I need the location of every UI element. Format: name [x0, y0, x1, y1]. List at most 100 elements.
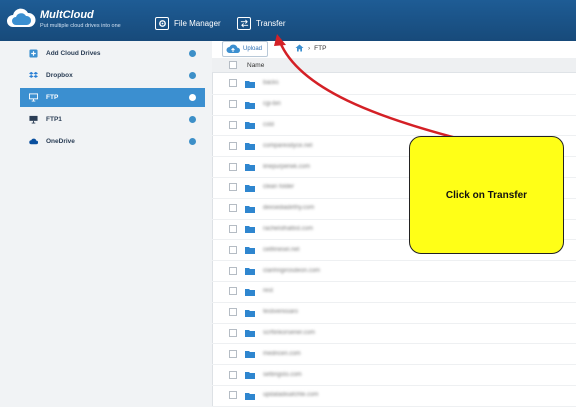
sidebar-item-label: OneDrive [46, 138, 75, 145]
breadcrumb-current[interactable]: FTP [314, 45, 326, 52]
options-dot-icon[interactable] [189, 116, 196, 123]
row-checkbox[interactable] [229, 204, 237, 213]
file-row[interactable]: clanhngirosdeon.com [212, 260, 576, 282]
options-dot-icon[interactable] [189, 50, 196, 57]
sidebar-item-ftp[interactable]: FTP [20, 88, 205, 107]
folder-icon [245, 184, 255, 192]
file-name[interactable]: clean folder [263, 184, 294, 190]
sidebar-item-ftp1[interactable]: FTP1 [20, 110, 205, 129]
folder-icon [245, 329, 255, 338]
file-row[interactable]: settingsto.com [212, 364, 576, 386]
brand-tagline: Put multiple cloud drives into one [40, 23, 121, 29]
sidebar-item-label: Add Cloud Drives [46, 50, 101, 57]
row-checkbox[interactable] [229, 328, 237, 337]
row-checkbox[interactable] [229, 245, 237, 254]
nav-file-manager-label: File Manager [174, 18, 221, 28]
folder-icon [245, 142, 255, 151]
upload-button[interactable]: Upload [222, 41, 268, 57]
upload-label: Upload [243, 46, 263, 52]
breadcrumb: › FTP [295, 44, 326, 52]
gear-icon [155, 16, 169, 30]
row-checkbox[interactable] [229, 370, 237, 379]
file-name[interactable]: cellfinesel.net [263, 247, 299, 253]
row-checkbox[interactable] [229, 224, 237, 233]
select-all-checkbox[interactable] [229, 61, 237, 69]
file-name[interactable]: compareodyce.net [263, 143, 312, 149]
upload-cloud-icon [226, 44, 240, 54]
folder-icon [245, 80, 255, 88]
file-row[interactable]: rest [212, 281, 576, 303]
file-name[interactable]: cgi-bin [263, 101, 281, 107]
home-icon[interactable] [295, 44, 304, 52]
file-name[interactable]: updatadisafchte.com [263, 392, 318, 398]
row-checkbox[interactable] [229, 266, 237, 275]
folder-icon [245, 309, 255, 317]
multcloud-logo-icon[interactable] [6, 7, 36, 31]
file-row[interactable]: medncen.com [212, 343, 576, 366]
file-name[interactable]: backs [263, 80, 279, 86]
row-checkbox[interactable] [229, 162, 237, 171]
file-list-header: Name [212, 58, 576, 73]
options-dot-icon[interactable] [189, 72, 196, 79]
row-checkbox[interactable] [229, 287, 237, 296]
folder-icon [245, 101, 255, 109]
row-checkbox[interactable] [229, 79, 237, 88]
sidebar-item-add-cloud-drives[interactable]: Add Cloud Drives [20, 44, 205, 63]
sidebar-item-label: FTP [46, 94, 59, 101]
top-header: MultCloud Put multiple cloud drives into… [0, 0, 576, 41]
onedrive-icon [29, 137, 38, 146]
row-checkbox[interactable] [229, 100, 237, 109]
nav-transfer[interactable]: Transfer [237, 16, 286, 30]
file-row[interactable]: scrftinkorsener.com [212, 323, 576, 345]
folder-icon [245, 246, 255, 255]
folder-icon [245, 225, 255, 234]
file-name[interactable]: rest [263, 288, 273, 294]
file-name[interactable]: medncen.com [263, 351, 301, 357]
row-checkbox[interactable] [229, 391, 237, 400]
sidebar-item-label: Dropbox [46, 72, 73, 79]
ftp-icon [29, 93, 38, 102]
file-name[interactable]: festivenisiaro [263, 309, 298, 315]
folder-icon [245, 121, 255, 130]
file-row[interactable]: cstd [212, 115, 576, 137]
ftp-icon [29, 115, 38, 124]
instruction-callout: Click on Transfer [409, 136, 564, 254]
folder-icon [245, 392, 255, 400]
callout-text: Click on Transfer [445, 189, 528, 201]
sidebar-item-onedrive[interactable]: OneDrive [20, 132, 205, 151]
folder-icon [245, 288, 255, 296]
file-row[interactable]: backs [212, 73, 576, 95]
row-checkbox[interactable] [229, 308, 237, 317]
file-name[interactable]: linepurperwk.com [263, 164, 310, 170]
folder-icon [245, 371, 255, 380]
file-row[interactable]: festivenisiaro [212, 302, 576, 324]
row-checkbox[interactable] [229, 141, 237, 150]
file-name[interactable]: dexsediadirthy.com [263, 205, 314, 211]
options-dot-icon[interactable] [189, 138, 196, 145]
file-row[interactable]: cgi-bin [212, 94, 576, 116]
file-name[interactable]: scrftinkorsener.com [263, 330, 315, 336]
row-checkbox[interactable] [229, 183, 237, 192]
file-name[interactable]: clanhngirosdeon.com [263, 268, 320, 274]
nav-transfer-label: Transfer [256, 18, 286, 28]
dropbox-icon [29, 71, 38, 80]
file-name[interactable]: settingsto.com [263, 372, 302, 378]
folder-icon [245, 205, 255, 213]
file-name[interactable]: rachelsthattist.com [263, 226, 313, 232]
sidebar-item-dropbox[interactable]: Dropbox [20, 66, 205, 85]
file-row[interactable]: updatadisafchte.com [212, 385, 576, 407]
options-dot-icon[interactable] [189, 94, 196, 101]
folder-icon [245, 163, 255, 172]
row-checkbox[interactable] [229, 349, 237, 358]
brand-name: MultCloud [40, 9, 94, 21]
sidebar-item-label: FTP1 [46, 116, 62, 123]
folder-icon [245, 350, 255, 359]
transfer-icon [237, 16, 251, 30]
chevron-right-icon: › [308, 44, 311, 52]
file-name[interactable]: cstd [263, 122, 274, 128]
nav-file-manager[interactable]: File Manager [155, 16, 221, 30]
add-cloud-icon [29, 49, 38, 58]
row-checkbox[interactable] [229, 120, 237, 129]
folder-icon [245, 267, 255, 276]
column-header-name[interactable]: Name [247, 62, 264, 69]
